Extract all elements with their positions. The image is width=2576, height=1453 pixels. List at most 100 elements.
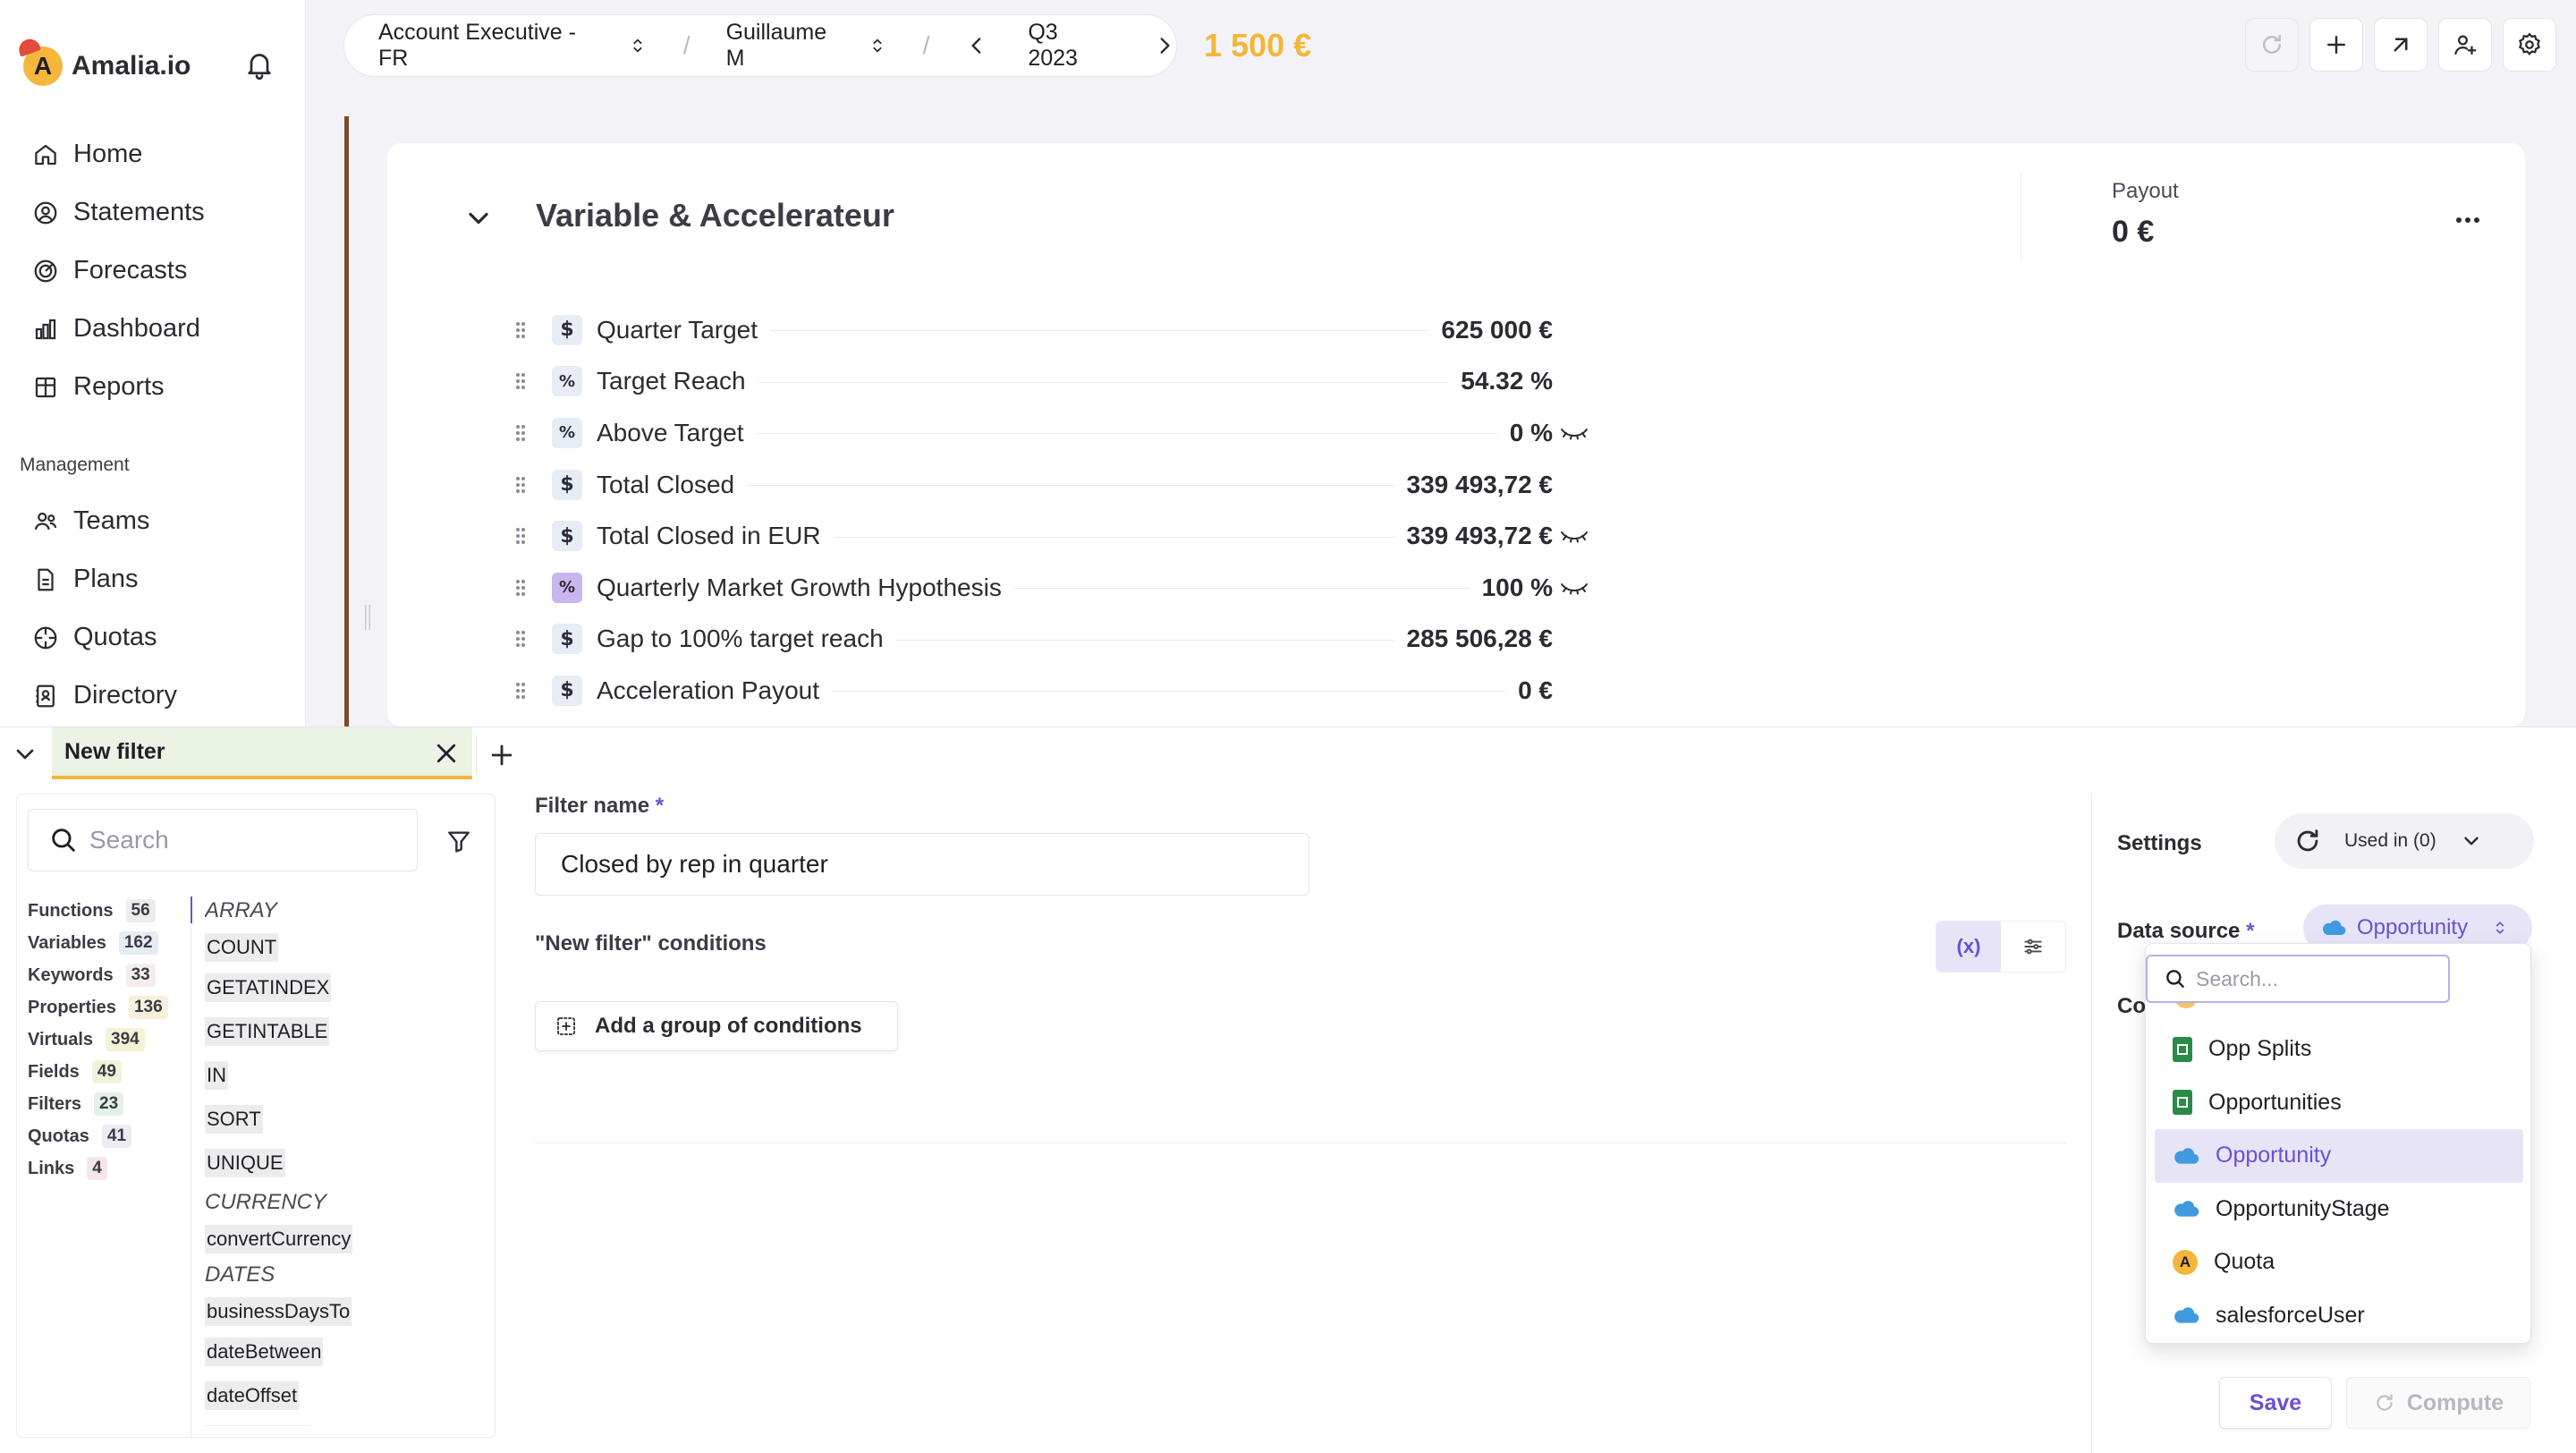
kpi-row[interactable]: $ Quarter Target 625 000 €: [514, 304, 1641, 356]
library-category[interactable]: Links 4: [28, 1152, 198, 1185]
function-item[interactable]: COUNT: [205, 929, 482, 965]
library-category[interactable]: Functions 56: [28, 895, 198, 927]
refresh-icon[interactable]: [2292, 826, 2323, 856]
eye-closed-icon[interactable]: [1559, 579, 1589, 597]
function-item[interactable]: businessDaysTo: [205, 1293, 482, 1330]
sidebar-item-quotas[interactable]: Quotas: [32, 608, 292, 667]
drag-handle-icon[interactable]: [514, 370, 527, 392]
kpi-row[interactable]: % Target Reach 54.32 %: [514, 356, 1641, 408]
previous-period-icon[interactable]: [965, 34, 988, 57]
more-options-icon[interactable]: [2450, 211, 2486, 229]
function-item[interactable]: UNIQUE: [205, 1141, 482, 1185]
drag-handle-icon[interactable]: [514, 525, 527, 547]
library-category[interactable]: Properties 136: [28, 991, 198, 1024]
drag-handle-icon[interactable]: [514, 319, 527, 341]
library-category[interactable]: Variables 162: [28, 927, 198, 959]
data-source-option[interactable]: salesforceUser: [2155, 1289, 2523, 1343]
library-category[interactable]: Filters 23: [28, 1088, 198, 1120]
next-period-icon[interactable]: [1153, 34, 1176, 57]
filter-name-label: Filter name *: [535, 794, 2066, 819]
settings-button[interactable]: [2503, 18, 2556, 72]
add-button[interactable]: [2309, 18, 2363, 72]
eye-closed-icon[interactable]: [1559, 527, 1589, 545]
library-category[interactable]: Quotas 41: [28, 1120, 198, 1152]
resize-handle-icon[interactable]: [363, 605, 372, 630]
data-source-option[interactable]: Opportunity: [2155, 1129, 2523, 1183]
tab-label: New filter: [64, 738, 165, 764]
data-source-option[interactable]: Opportunities: [2155, 1076, 2523, 1130]
drag-handle-icon[interactable]: [514, 680, 527, 701]
user-selector[interactable]: Guillaume M: [726, 20, 887, 72]
sidebar-item-directory[interactable]: Directory: [32, 667, 292, 725]
sidebar-item-statements[interactable]: Statements: [32, 183, 292, 242]
function-item[interactable]: convertCurrency: [205, 1220, 482, 1257]
table-icon: [35, 377, 56, 397]
kpi-row[interactable]: $ Acceleration Payout 0 €: [514, 665, 1641, 717]
compute-button[interactable]: Compute: [2346, 1377, 2530, 1429]
required-asterisk: *: [655, 794, 665, 818]
plan-selector[interactable]: Account Executive - FR: [378, 20, 648, 72]
tab-new-filter[interactable]: New filter: [52, 727, 472, 779]
kpi-row[interactable]: $ Total Closed in EUR 339 493,72 €: [514, 510, 1641, 562]
app-logo[interactable]: A Amalia.io: [15, 36, 191, 86]
rule-title: Variable & Accelerateur: [536, 197, 894, 234]
add-user-button[interactable]: [2438, 18, 2492, 72]
collapse-chevron-icon[interactable]: [462, 202, 495, 234]
sidebar-item-label: Reports: [73, 372, 165, 401]
designer-tabbar: New filter: [0, 727, 2576, 781]
builder-mode-button[interactable]: [2001, 922, 2065, 972]
drag-handle-icon[interactable]: [514, 577, 527, 599]
function-item[interactable]: dayNumber: [205, 1417, 482, 1426]
library-category[interactable]: Keywords 33: [28, 959, 198, 991]
function-item[interactable]: dateBetween: [205, 1330, 482, 1373]
kpi-row[interactable]: $ Gap to 100% target reach 285 506,28 €: [514, 614, 1641, 666]
formula-mode-button[interactable]: (x): [1936, 922, 2001, 972]
library-search-input[interactable]: Search: [28, 809, 418, 871]
function-item[interactable]: SORT: [205, 1097, 482, 1141]
sidebar-item-plans[interactable]: Plans: [32, 550, 292, 608]
library-category[interactable]: Virtuals 394: [28, 1024, 198, 1056]
add-condition-group-button[interactable]: Add a group of conditions: [535, 1001, 898, 1051]
data-source-option[interactable]: OpportunityStage: [2155, 1183, 2523, 1236]
refresh-button[interactable]: [2245, 18, 2299, 72]
drag-handle-icon[interactable]: [514, 628, 527, 650]
category-label: Variables: [28, 932, 106, 953]
open-external-button[interactable]: [2374, 18, 2428, 72]
save-button[interactable]: Save: [2219, 1377, 2332, 1429]
sidebar-item-dashboard[interactable]: Dashboard: [32, 300, 292, 358]
kpi-row[interactable]: % Above Target 0 %: [514, 407, 1641, 459]
kpi-row[interactable]: $ Total Closed 339 493,72 €: [514, 459, 1641, 511]
data-source-option[interactable]: Opp Splits: [2155, 1023, 2523, 1076]
function-item[interactable]: GETATINDEX: [205, 965, 482, 1009]
sidebar-item-reports[interactable]: Reports: [32, 358, 292, 416]
filter-name-input[interactable]: Closed by rep in quarter: [535, 833, 1309, 896]
drag-handle-icon[interactable]: [514, 474, 527, 496]
function-item[interactable]: dateOffset: [205, 1373, 482, 1417]
library-category[interactable]: Fields 49: [28, 1056, 198, 1088]
close-icon[interactable]: [433, 740, 460, 767]
sidebar-item-forecasts[interactable]: Forecasts: [32, 242, 292, 300]
collapse-panel-icon[interactable]: [11, 740, 39, 769]
kpi-row[interactable]: 123Provisioning Months4: [514, 717, 1641, 726]
dropdown-search-input[interactable]: Search...: [2146, 955, 2450, 1003]
filter-icon[interactable]: [445, 827, 473, 855]
bar-chart-icon: [35, 319, 56, 339]
function-item[interactable]: IN: [205, 1053, 482, 1097]
used-in-label: Used in (0): [2344, 830, 2436, 851]
compute-label: Compute: [2406, 1389, 2504, 1415]
sidebar-item-teams[interactable]: Teams: [32, 492, 292, 550]
add-tab-icon[interactable]: [487, 740, 517, 770]
sidebar-item-home[interactable]: Home: [32, 125, 292, 183]
kpi-row[interactable]: % Quarterly Market Growth Hypothesis 100 %: [514, 562, 1641, 614]
function-item[interactable]: GETINTABLE: [205, 1009, 482, 1053]
eye-closed-icon[interactable]: [1559, 424, 1589, 442]
category-label: Quotas: [28, 1126, 89, 1146]
category-count-badge: 33: [125, 964, 156, 987]
notifications-bell-icon[interactable]: [243, 48, 275, 81]
kpi-value: 100 %: [1481, 573, 1553, 601]
data-source-option[interactable]: A Quota: [2155, 1236, 2523, 1289]
drag-handle-icon[interactable]: [514, 422, 527, 444]
used-in-selector[interactable]: Used in (0): [2275, 813, 2534, 869]
period-value[interactable]: Q3 2023: [1028, 20, 1114, 72]
kpi-label: Quarter Target: [597, 315, 758, 344]
